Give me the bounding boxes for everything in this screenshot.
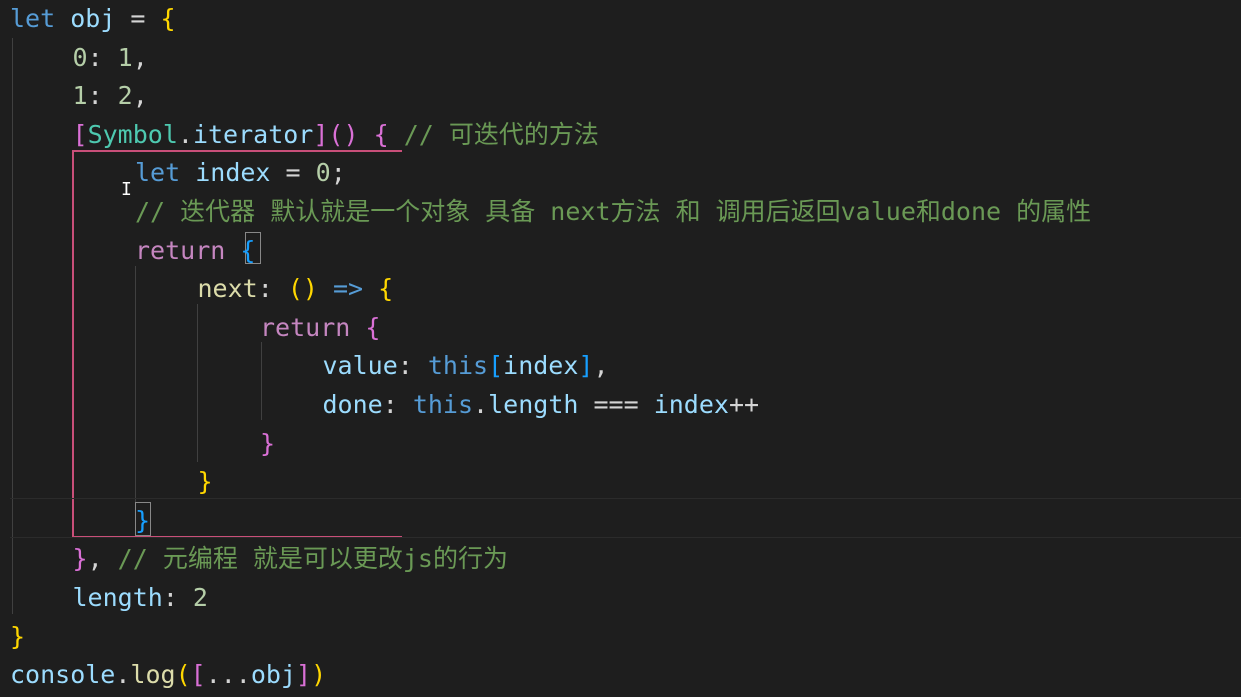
code-token: index bbox=[503, 351, 579, 381]
code-token: this bbox=[412, 390, 474, 419]
code-token: : bbox=[87, 81, 118, 111]
code-token: ] bbox=[578, 351, 594, 381]
code-line[interactable]: let index = 0; bbox=[135, 154, 346, 192]
code-token: // 元编程 就是可以更改js的行为 bbox=[117, 544, 508, 574]
code-token: () bbox=[328, 119, 359, 149]
code-token: : bbox=[397, 351, 428, 381]
code-token: : bbox=[87, 42, 118, 72]
code-token: [ bbox=[72, 119, 88, 149]
code-token: : bbox=[382, 390, 413, 419]
code-line[interactable]: let obj = { bbox=[10, 0, 176, 38]
code-token: obj bbox=[250, 660, 297, 690]
code-line[interactable]: length: 2 bbox=[73, 579, 208, 617]
code-line[interactable]: // 迭代器 默认就是一个对象 具备 next方法 和 调用后返回value和d… bbox=[135, 193, 1091, 231]
code-token: // 可迭代的方法 bbox=[388, 119, 599, 149]
code-token: done bbox=[322, 390, 383, 419]
code-token: } bbox=[72, 544, 88, 574]
code-token: 1 bbox=[72, 81, 88, 111]
code-token: } bbox=[260, 428, 276, 458]
text-cursor-icon: I bbox=[121, 179, 132, 200]
code-line[interactable]: next: () => { bbox=[198, 270, 394, 308]
code-token: ] bbox=[313, 119, 329, 149]
code-token: 0 bbox=[72, 42, 88, 72]
code-token: index bbox=[195, 158, 271, 188]
code-token: = bbox=[115, 4, 161, 33]
code-token: next bbox=[197, 274, 258, 304]
code-token: // 迭代器 默认就是一个对象 具备 next方法 和 调用后返回value和d… bbox=[135, 197, 1092, 226]
code-token: { bbox=[373, 119, 389, 149]
code-token: { bbox=[378, 274, 394, 304]
code-token: ++ bbox=[728, 390, 760, 419]
code-token: } bbox=[135, 505, 151, 535]
code-token: , bbox=[132, 81, 148, 111]
indent-guide bbox=[12, 38, 13, 614]
code-token: { bbox=[240, 235, 256, 265]
code-token: this bbox=[427, 351, 489, 381]
code-token: return bbox=[260, 312, 366, 342]
code-token: , bbox=[87, 544, 118, 574]
code-token: let bbox=[135, 158, 196, 188]
code-token: , bbox=[132, 42, 148, 72]
code-token: 0 bbox=[315, 158, 331, 188]
code-line[interactable]: [Symbol.iterator]() { // 可迭代的方法 bbox=[73, 116, 599, 154]
code-token: : bbox=[162, 583, 193, 612]
code-token: let bbox=[10, 4, 71, 33]
code-token: : bbox=[257, 274, 288, 304]
code-token: . bbox=[115, 660, 131, 690]
code-token: console bbox=[10, 660, 116, 690]
code-token: { bbox=[365, 312, 381, 342]
code-token: ... bbox=[205, 660, 251, 690]
code-line[interactable]: } bbox=[10, 618, 25, 656]
code-line[interactable]: } bbox=[260, 425, 275, 463]
code-editor[interactable]: let obj = {0: 1, 1: 2, [Symbol.iterator]()… bbox=[0, 0, 1241, 697]
code-token: ] bbox=[296, 660, 312, 690]
code-line[interactable]: value: this[index], bbox=[323, 347, 609, 385]
code-token: [ bbox=[190, 660, 206, 690]
code-token: [ bbox=[488, 351, 504, 381]
code-token: . bbox=[473, 390, 489, 419]
code-line[interactable]: 1: 2, bbox=[73, 77, 148, 115]
code-token: ( bbox=[175, 660, 191, 690]
code-line[interactable]: console.log([...obj]) bbox=[10, 656, 326, 694]
code-token: () bbox=[287, 274, 318, 304]
code-token: ) bbox=[311, 660, 327, 690]
code-token: { bbox=[160, 4, 176, 33]
code-token: } bbox=[10, 621, 26, 651]
code-line[interactable]: }, // 元编程 就是可以更改js的行为 bbox=[73, 540, 508, 578]
code-token: index bbox=[653, 390, 729, 419]
code-line[interactable]: return { bbox=[135, 232, 255, 270]
code-line[interactable]: } bbox=[135, 502, 150, 540]
code-token: length bbox=[72, 583, 163, 612]
code-token: ; bbox=[330, 158, 346, 188]
code-token: obj bbox=[70, 4, 116, 33]
code-token: iterator bbox=[192, 119, 314, 149]
code-token: === bbox=[578, 390, 654, 419]
code-line[interactable]: done: this.length === index++ bbox=[323, 386, 760, 424]
code-token: return bbox=[135, 235, 241, 265]
current-line-border-bottom bbox=[10, 537, 1241, 538]
code-line[interactable]: 0: 1, bbox=[73, 39, 148, 77]
code-token: 2 bbox=[117, 81, 133, 111]
code-token: = bbox=[270, 158, 316, 188]
code-token: log bbox=[130, 660, 176, 690]
code-token: length bbox=[488, 390, 579, 419]
current-line-border-top bbox=[10, 498, 1241, 499]
code-token: value bbox=[322, 351, 398, 381]
code-token: 2 bbox=[192, 583, 208, 612]
code-token: 1 bbox=[117, 42, 133, 72]
code-token: Symbol bbox=[87, 119, 178, 149]
code-token: . bbox=[177, 119, 193, 149]
code-token: , bbox=[593, 351, 609, 381]
code-line[interactable]: return { bbox=[260, 309, 380, 347]
code-line[interactable]: } bbox=[198, 463, 213, 501]
code-token: } bbox=[197, 467, 213, 497]
code-token: => bbox=[333, 274, 364, 304]
